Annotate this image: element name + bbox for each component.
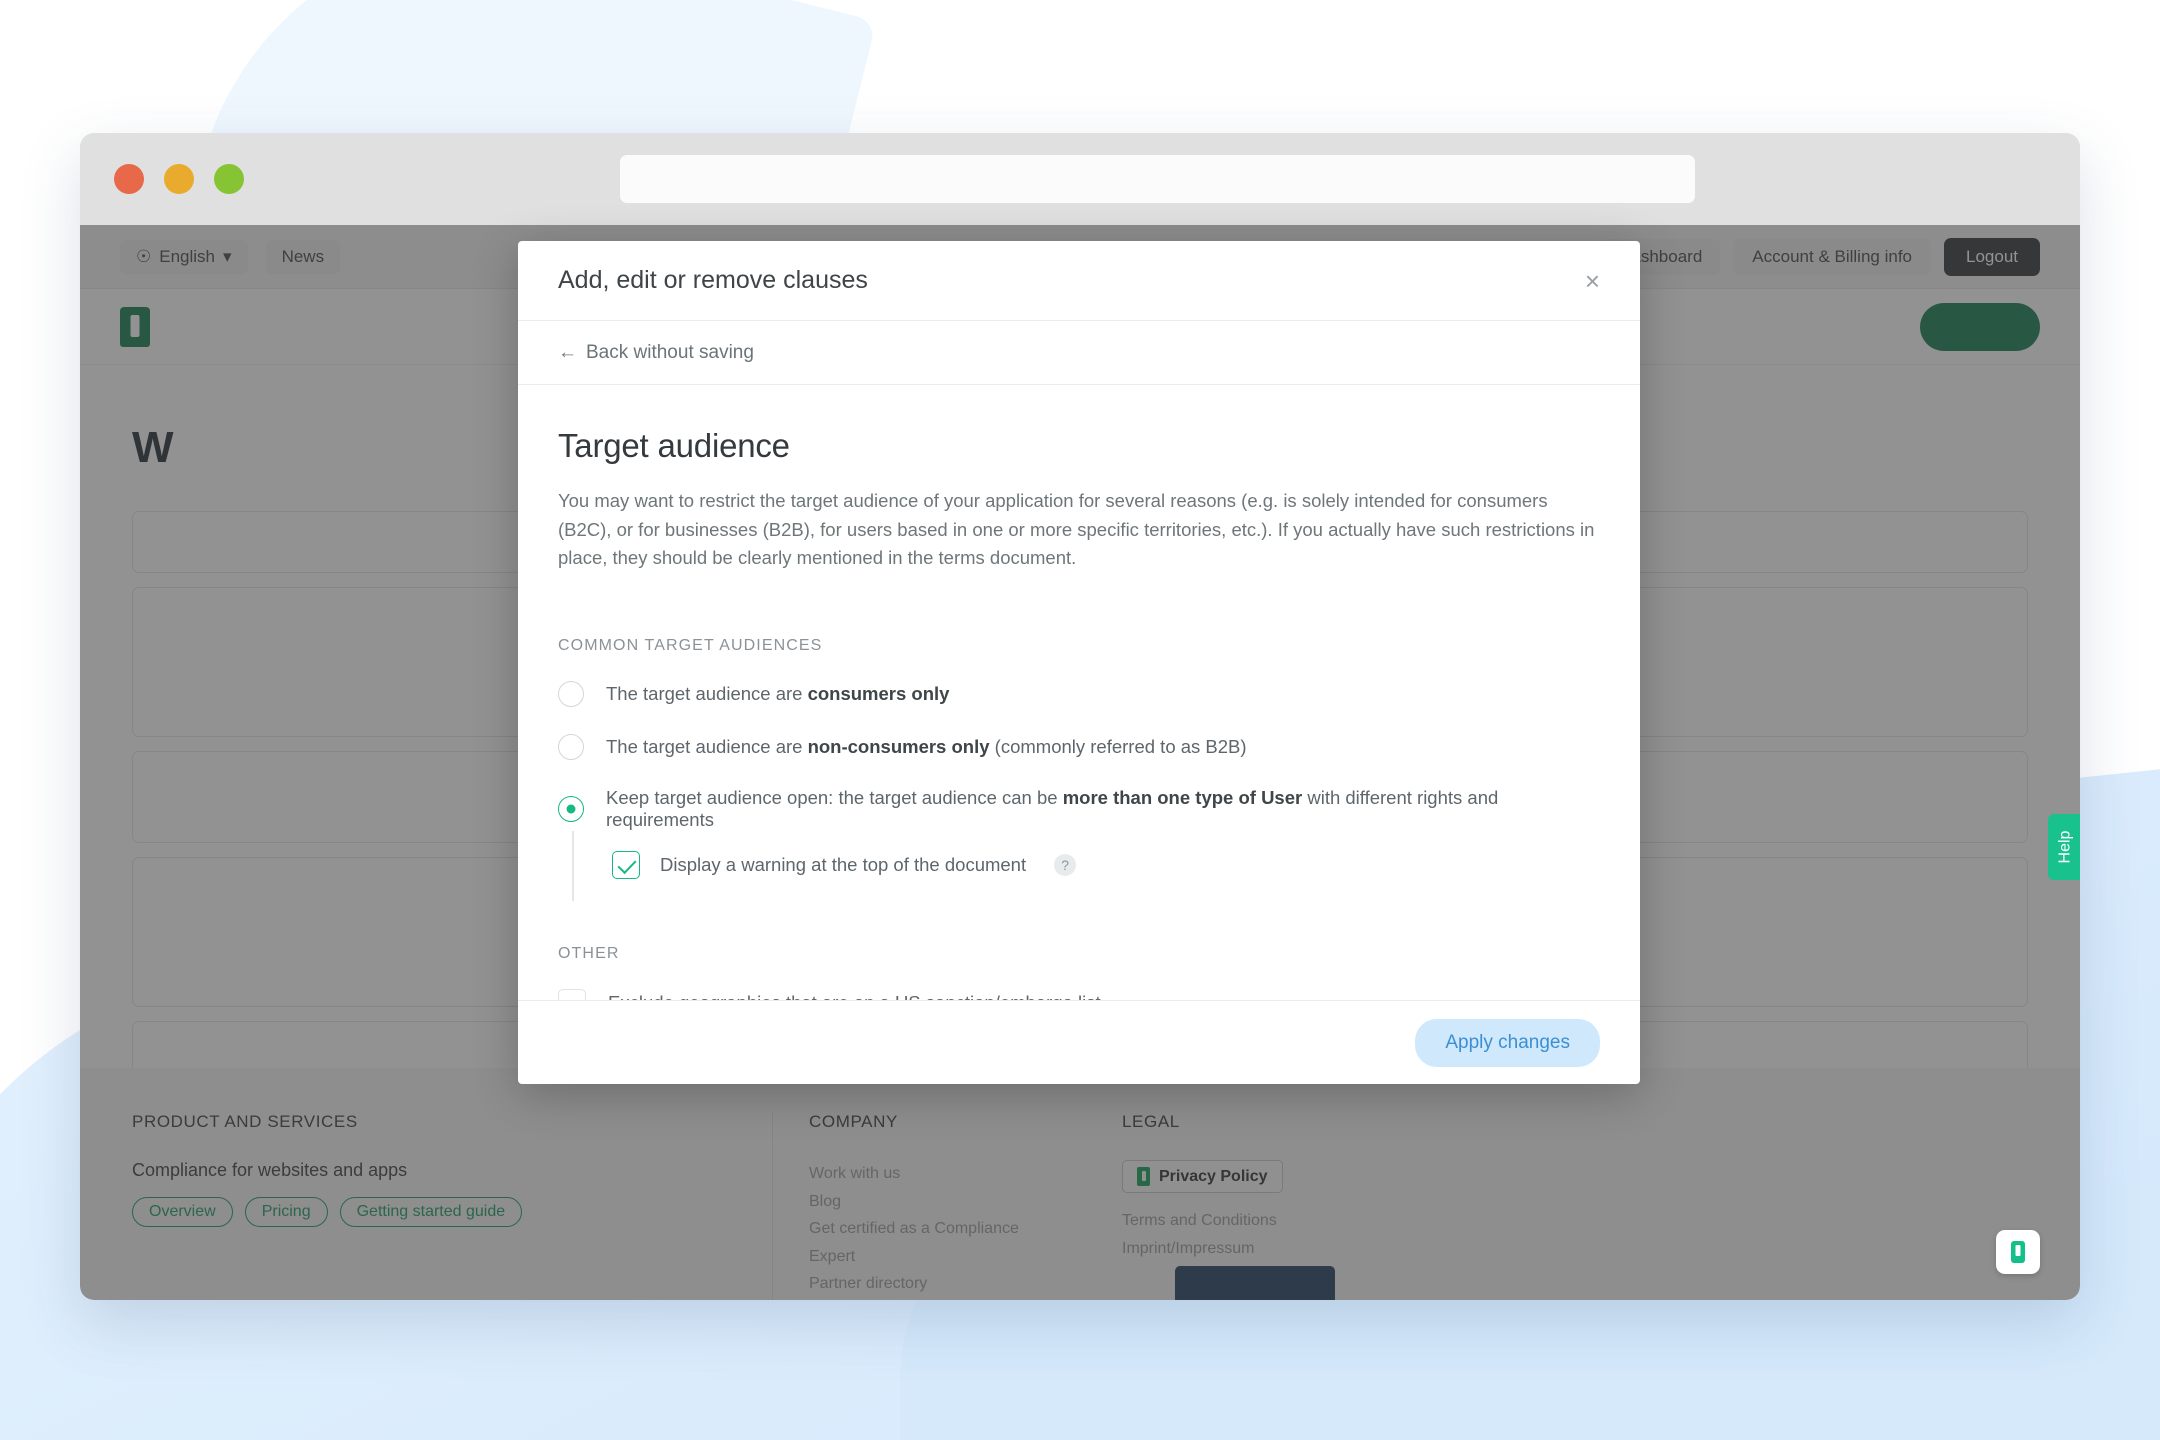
- modal-subheader: ← Back without saving: [518, 321, 1640, 385]
- section-description: You may want to restrict the target audi…: [558, 490, 1595, 569]
- radio-icon-selected[interactable]: [558, 796, 584, 823]
- close-icon[interactable]: ×: [1585, 268, 1600, 294]
- minimize-window-button[interactable]: [164, 164, 194, 194]
- radio-option-consumers-only[interactable]: The target audience are consumers only: [558, 681, 1600, 708]
- help-question-icon[interactable]: ?: [1054, 854, 1077, 877]
- checkbox-display-warning[interactable]: Display a warning at the top of the docu…: [612, 851, 1600, 880]
- window-controls: [114, 164, 244, 194]
- help-tab-label: Help: [2056, 830, 2073, 864]
- maximize-window-button[interactable]: [214, 164, 244, 194]
- checkbox-label: Display a warning at the top of the docu…: [660, 854, 1027, 876]
- checkbox-label: Exclude geographies that are on a US san…: [608, 992, 1101, 1000]
- option-text-pre: Keep target audience open: the target au…: [606, 787, 1063, 809]
- checkbox-exclude-sanctioned-geographies[interactable]: Exclude geographies that are on a US san…: [558, 989, 1600, 1000]
- radio-option-label: The target audience are consumers only: [606, 683, 949, 705]
- modal-title: Add, edit or remove clauses: [558, 266, 868, 294]
- back-link-label: Back without saving: [586, 341, 754, 363]
- option-text-post: (commonly referred to as B2B): [989, 736, 1247, 758]
- option-text-pre: The target audience are: [606, 683, 808, 705]
- section-title: Target audience: [558, 427, 790, 464]
- modal-footer: Apply changes: [518, 1000, 1640, 1084]
- clauses-modal: Add, edit or remove clauses × ← Back wit…: [518, 241, 1640, 1084]
- option-text-strong: non-consumers only: [807, 736, 990, 758]
- apply-changes-button[interactable]: Apply changes: [1415, 1018, 1600, 1067]
- radio-option-label: The target audience are non-consumers on…: [606, 736, 1247, 758]
- checkbox-icon-checked[interactable]: [612, 851, 640, 880]
- close-window-button[interactable]: [114, 164, 144, 194]
- url-bar[interactable]: [620, 155, 1695, 203]
- iubenda-widget-badge[interactable]: [1996, 1230, 2040, 1274]
- radio-option-open-audience[interactable]: Keep target audience open: the target au…: [558, 787, 1600, 831]
- option-text-strong: consumers only: [807, 683, 950, 705]
- radio-option-non-consumers-only[interactable]: The target audience are non-consumers on…: [558, 734, 1600, 761]
- back-without-saving-link[interactable]: ← Back without saving: [558, 342, 754, 364]
- help-tab[interactable]: Help: [2048, 814, 2080, 880]
- browser-chrome: [80, 133, 2080, 225]
- option-text-strong: more than one type of User: [1062, 787, 1303, 809]
- common-target-audiences-label: COMMON TARGET AUDIENCES: [558, 637, 823, 655]
- option-text-pre: The target audience are: [606, 736, 808, 758]
- radio-option-label: Keep target audience open: the target au…: [606, 787, 1600, 831]
- modal-header: Add, edit or remove clauses ×: [518, 241, 1640, 321]
- radio-icon[interactable]: [558, 734, 584, 761]
- other-group-label: OTHER: [558, 945, 620, 963]
- radio-icon[interactable]: [558, 681, 584, 708]
- iubenda-widget-icon: [2011, 1241, 2025, 1263]
- checkbox-icon[interactable]: [558, 989, 586, 1000]
- arrow-left-icon: ←: [558, 341, 577, 363]
- nested-options-group: Display a warning at the top of the docu…: [572, 831, 1600, 902]
- modal-body: Target audience You may want to restrict…: [518, 385, 1640, 1000]
